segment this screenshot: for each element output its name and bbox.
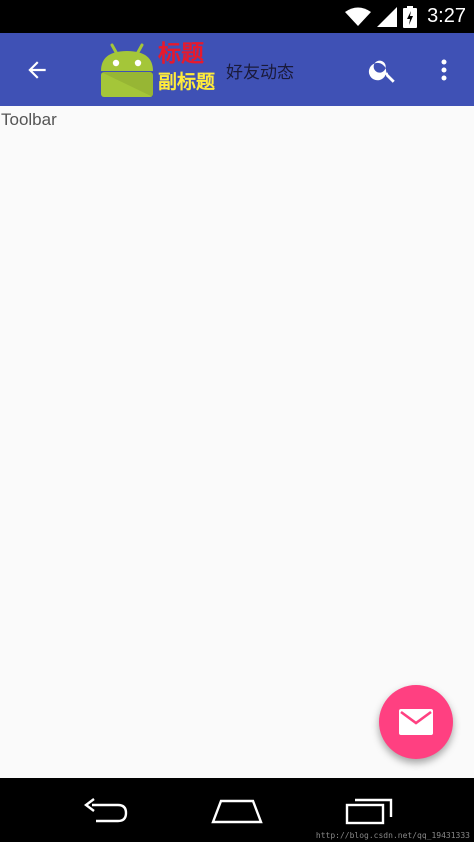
status-bar: 3:27 — [0, 0, 474, 33]
status-time: 3:27 — [427, 5, 466, 27]
content-label: Toolbar — [1, 110, 57, 129]
floating-action-button[interactable] — [379, 685, 453, 759]
arrow-back-icon — [28, 61, 46, 79]
content-area: Toolbar — [0, 106, 474, 778]
system-navigation-bar: http://blog.csdn.net/qq_19431333 — [0, 778, 474, 842]
navigation-back-button[interactable] — [22, 55, 52, 85]
wifi-icon — [345, 7, 372, 26]
toolbar: 标题 副标题 好友动态 — [0, 33, 474, 106]
toolbar-custom-label: 好友动态 — [226, 63, 294, 83]
email-icon — [399, 709, 433, 735]
android-logo-icon — [101, 43, 153, 97]
search-button[interactable] — [366, 53, 400, 87]
signal-icon — [377, 6, 398, 27]
home-icon — [211, 799, 263, 824]
watermark: http://blog.csdn.net/qq_19431333 — [315, 831, 470, 840]
title-block: 标题 副标题 — [158, 39, 215, 95]
toolbar-subtitle: 副标题 — [158, 71, 216, 93]
app-logo — [98, 41, 156, 99]
search-icon — [368, 60, 395, 83]
overflow-menu-button[interactable] — [432, 53, 456, 87]
battery-charging-icon — [403, 5, 418, 28]
nav-back-button[interactable] — [75, 796, 135, 826]
toolbar-title: 标题 — [158, 41, 204, 67]
recents-icon — [345, 798, 393, 825]
back-icon — [84, 798, 128, 823]
nav-recents-button[interactable] — [339, 796, 399, 826]
nav-home-button[interactable] — [207, 796, 267, 826]
more-vert-icon — [441, 59, 447, 81]
